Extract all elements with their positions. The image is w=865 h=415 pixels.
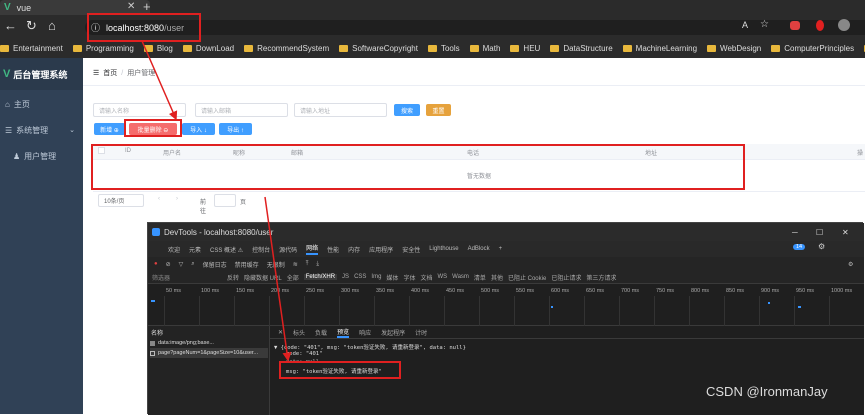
arrow-to-msg xyxy=(264,196,292,362)
watermark: CSDN @IronmanJay xyxy=(706,384,828,399)
arrow-to-button xyxy=(141,40,178,121)
annotation-arrows xyxy=(141,40,292,362)
